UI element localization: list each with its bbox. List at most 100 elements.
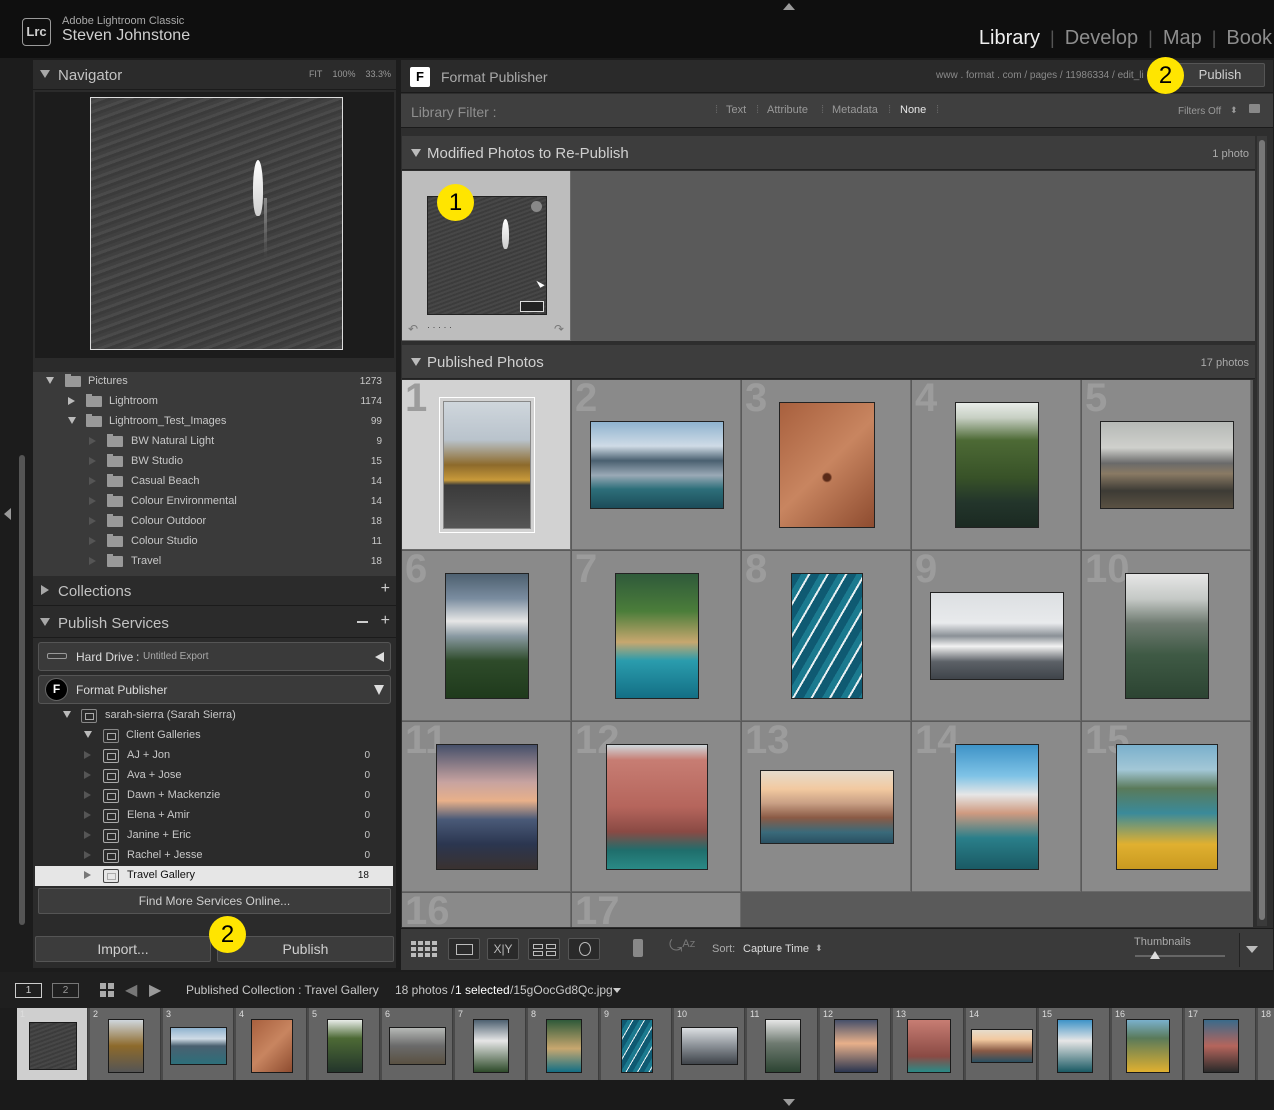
gallery-row-selected[interactable]: Travel Gallery 18 — [35, 866, 393, 886]
filmstrip-thumb[interactable] — [107, 1019, 144, 1073]
filmstrip-thumb[interactable] — [833, 1019, 878, 1073]
format-publisher-service[interactable]: F Format Publisher — [38, 675, 391, 704]
published-photo-thumb[interactable] — [589, 421, 724, 509]
filter-metadata[interactable]: Metadata — [832, 104, 878, 116]
left-panel-scrollbar[interactable] — [19, 455, 25, 925]
filter-attribute[interactable]: Attribute — [767, 104, 808, 116]
module-library[interactable]: Library — [969, 27, 1050, 50]
remove-service-icon[interactable] — [357, 621, 368, 623]
folder-row[interactable]: BW Natural Light 9 — [33, 432, 396, 452]
survey-view-icon[interactable] — [528, 938, 560, 960]
module-develop[interactable]: Develop — [1055, 27, 1148, 50]
primary-display-button[interactable]: 1 — [15, 983, 42, 998]
publish-button-top[interactable]: Publish — [1175, 63, 1265, 87]
folder-row[interactable]: Pictures 1273 — [33, 372, 396, 392]
loupe-view-icon[interactable] — [448, 938, 480, 960]
filmstrip-thumb[interactable] — [906, 1019, 951, 1073]
zoom-100[interactable]: 100% — [332, 69, 355, 79]
expand-down-icon[interactable] — [84, 731, 92, 738]
filmstrip-file[interactable]: /15gOocGd8Qc.jpg — [510, 983, 613, 997]
gallery-row[interactable]: Elena + Amir 0 — [33, 806, 396, 826]
published-photo-thumb[interactable] — [929, 592, 1064, 680]
rotate-left-icon[interactable]: ↶ — [408, 322, 418, 336]
filmstrip-cell[interactable]: 15 — [1039, 1008, 1110, 1080]
published-photo-thumb[interactable] — [444, 573, 529, 699]
sort-dropdown[interactable]: Capture Time — [743, 943, 809, 955]
filmstrip-thumb[interactable] — [970, 1029, 1033, 1063]
add-collection-icon[interactable]: + — [381, 580, 390, 598]
filmstrip-cell[interactable]: 16 — [1112, 1008, 1183, 1080]
dropdown-arrow-icon[interactable] — [613, 988, 621, 993]
published-photo-thumb[interactable] — [614, 573, 699, 699]
filmstrip-thumb[interactable] — [326, 1019, 363, 1073]
filmstrip-thumb[interactable] — [1125, 1019, 1170, 1073]
compare-view-icon[interactable]: X|Y — [487, 938, 519, 960]
modified-section-header[interactable]: Modified Photos to Re-Publish 1 photo — [402, 136, 1255, 170]
filmstrip-thumb[interactable] — [1056, 1019, 1093, 1073]
forward-arrow-icon[interactable]: ▶ — [149, 980, 161, 1000]
filmstrip-cell[interactable]: 7 — [455, 1008, 526, 1080]
filmstrip-thumb[interactable] — [620, 1019, 653, 1073]
account-row[interactable]: sarah-sierra (Sarah Sierra) — [33, 706, 396, 726]
filmstrip-cell[interactable]: 17 — [1185, 1008, 1256, 1080]
published-photo-thumb[interactable] — [1124, 573, 1209, 699]
collection-set-row[interactable]: Client Galleries — [33, 726, 396, 746]
filmstrip-thumb[interactable] — [28, 1022, 77, 1070]
published-photo-cell[interactable]: 4 — [912, 380, 1081, 550]
rotate-right-icon[interactable]: ↷ — [554, 322, 564, 336]
zoom-fit[interactable]: FIT — [309, 69, 323, 79]
gallery-row[interactable]: Dawn + Mackenzie 0 — [33, 786, 396, 806]
navigator-header[interactable]: Navigator FIT 100% 33.3% — [33, 60, 396, 90]
published-photo-cell[interactable]: 7 — [572, 547, 741, 721]
published-photo-cell[interactable]: 15 — [1082, 718, 1251, 892]
filmstrip-cell[interactable]: 13 — [893, 1008, 964, 1080]
left-panel-toggle-icon[interactable] — [4, 508, 11, 520]
published-photo-thumb[interactable] — [778, 402, 875, 528]
filmstrip-cell[interactable]: 8 — [528, 1008, 599, 1080]
filmstrip-thumb[interactable] — [250, 1019, 293, 1073]
published-photo-thumb[interactable] — [954, 402, 1039, 528]
find-more-services-button[interactable]: Find More Services Online... — [38, 888, 391, 914]
filmstrip-thumb[interactable] — [545, 1019, 582, 1073]
published-photo-cell[interactable]: 16 — [402, 889, 571, 927]
published-photo-cell[interactable]: 1 — [402, 380, 571, 550]
filmstrip-cell[interactable]: 1 — [17, 1008, 88, 1080]
scrollbar-thumb[interactable] — [1259, 140, 1265, 920]
published-photo-thumb[interactable] — [954, 744, 1039, 870]
filter-none[interactable]: None — [900, 104, 926, 116]
published-photo-cell[interactable]: 6 — [402, 547, 571, 721]
module-map[interactable]: Map — [1153, 27, 1212, 50]
gallery-row[interactable]: Rachel + Jesse 0 — [33, 846, 396, 866]
filmstrip-cell[interactable]: 4 — [236, 1008, 307, 1080]
hard-drive-service[interactable]: Hard Drive : Untitled Export — [38, 642, 391, 671]
published-photo-cell[interactable]: 2 — [572, 380, 741, 550]
folder-row[interactable]: Colour Environmental 14 — [33, 492, 396, 512]
published-photo-thumb[interactable] — [1099, 421, 1234, 509]
published-photo-cell[interactable]: 17 — [572, 889, 741, 927]
filter-text[interactable]: Text — [726, 104, 746, 116]
grid-view-icon[interactable] — [409, 938, 441, 960]
published-photo-cell[interactable]: 11 — [402, 718, 571, 892]
grid-icon[interactable] — [99, 982, 115, 998]
collections-header[interactable]: Collections + — [33, 576, 396, 606]
module-book[interactable]: Book — [1216, 27, 1274, 50]
filmstrip-thumb[interactable] — [764, 1019, 801, 1073]
published-photo-thumb[interactable] — [435, 744, 538, 870]
published-photo-cell[interactable]: 8 — [742, 547, 911, 721]
published-photo-cell[interactable]: 14 — [912, 718, 1081, 892]
filmstrip-cell[interactable]: 9 — [601, 1008, 672, 1080]
import-button[interactable]: Import... — [35, 936, 211, 962]
filmstrip-cell[interactable]: 10 — [674, 1008, 745, 1080]
published-photo-thumb[interactable] — [759, 770, 894, 844]
zoom-33[interactable]: 33.3% — [365, 69, 391, 79]
thumbnail-size-slider[interactable] — [1135, 951, 1225, 959]
filmstrip-source[interactable]: Published Collection : Travel Gallery — [186, 983, 379, 997]
slider-knob[interactable] — [1149, 951, 1160, 959]
filmstrip-thumb[interactable] — [681, 1027, 738, 1065]
add-service-icon[interactable]: + — [381, 612, 390, 630]
filmstrip-cell[interactable]: 11 — [747, 1008, 818, 1080]
gallery-row[interactable]: Ava + Jose 0 — [33, 766, 396, 786]
expand-down-icon[interactable] — [46, 377, 54, 384]
published-photo-cell[interactable]: 3 — [742, 380, 911, 550]
folder-row[interactable]: Colour Studio 11 — [33, 532, 396, 552]
